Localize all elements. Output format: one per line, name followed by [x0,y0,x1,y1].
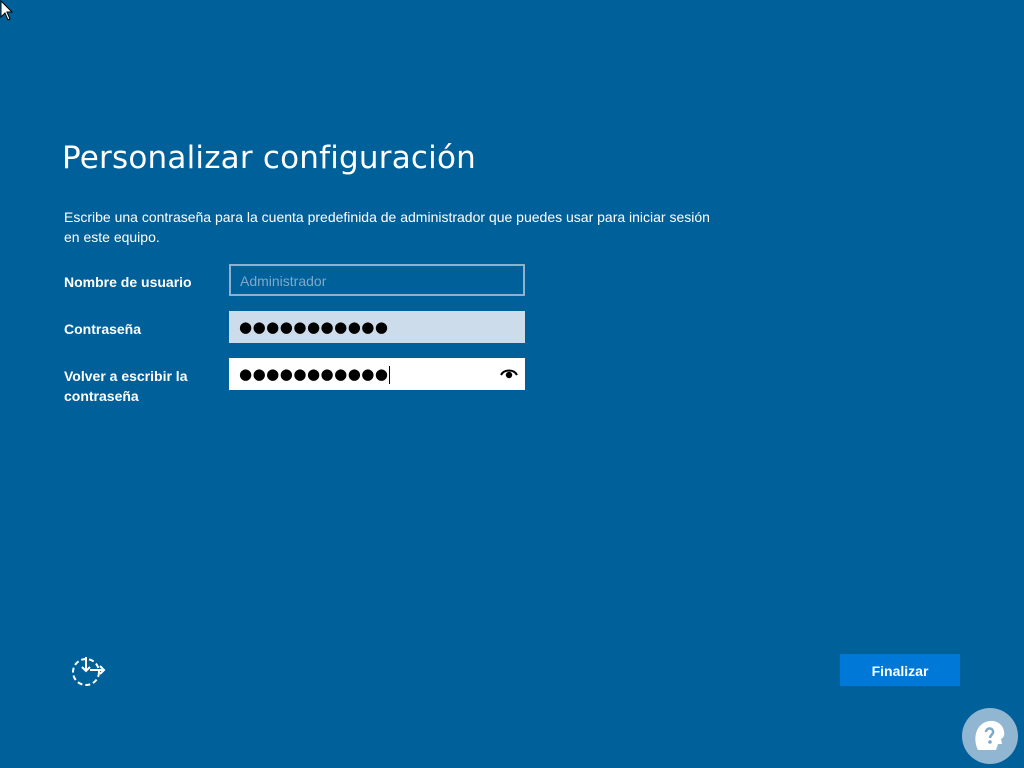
password-label: Contraseña [64,321,142,337]
password-row: Contraseña ●●●●●●●●●●● [64,311,534,345]
password-field[interactable]: ●●●●●●●●●●● [229,311,525,343]
setup-screen: Personalizar configuración Escribe una c… [0,0,1024,768]
username-label: Nombre de usuario [64,274,192,290]
ease-of-access-icon[interactable] [70,655,106,687]
confirm-password-value: ●●●●●●●●●●● [239,365,389,383]
mouse-pointer-icon [0,0,14,21]
username-row: Nombre de usuario Administrador [64,264,534,298]
reveal-password-eye-icon[interactable] [500,366,518,380]
person-head-logo [962,708,1018,764]
username-placeholder: Administrador [240,273,327,289]
confirm-password-label: Volver a escribir la contraseña [64,368,188,404]
confirm-password-field[interactable]: ●●●●●●●●●●● [229,358,525,390]
password-value: ●●●●●●●●●●● [239,318,389,336]
username-field[interactable]: Administrador [229,264,525,296]
confirm-password-row: Volver a escribir la contraseña ●●●●●●●●… [64,358,534,404]
text-caret [389,365,391,384]
page-title: Personalizar configuración [62,140,476,176]
page-description: Escribe una contraseña para la cuenta pr… [64,209,710,245]
finish-button[interactable]: Finalizar [840,654,960,686]
confirm-password-value-wrap: ●●●●●●●●●●● [239,365,391,384]
